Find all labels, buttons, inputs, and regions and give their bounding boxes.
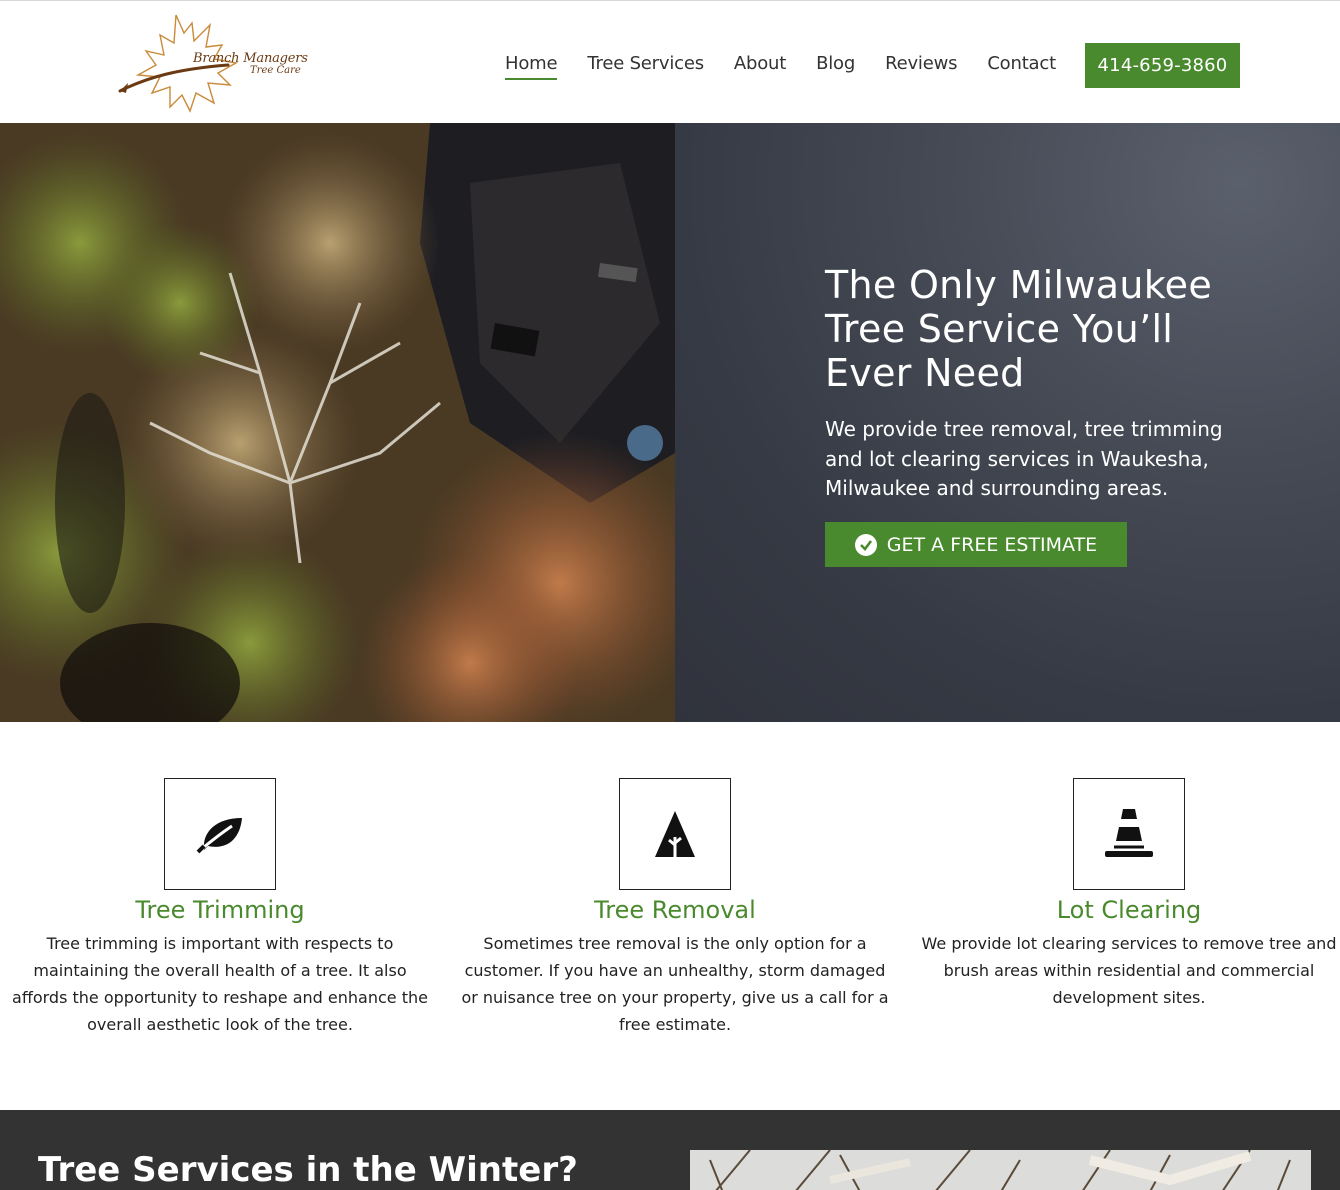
winter-section: Tree Services in the Winter? bbox=[0, 1110, 1340, 1190]
service-description: Tree trimming is important with respects… bbox=[12, 934, 428, 1034]
service-tree-trimming: Tree Trimming Tree trimming is important… bbox=[5, 778, 435, 1038]
hero-subtitle: We provide tree removal, tree trimming a… bbox=[825, 417, 1223, 500]
hero-title: The Only Milwaukee Tree Service You’ll E… bbox=[825, 263, 1213, 395]
phone-button[interactable]: 414-659-3860 bbox=[1085, 43, 1240, 88]
tree-icon bbox=[655, 811, 695, 857]
service-title: Lot Clearing bbox=[1056, 896, 1202, 924]
logo-text-secondary: Tree Care bbox=[250, 65, 301, 76]
check-circle-icon bbox=[854, 533, 877, 556]
service-title: Tree Trimming bbox=[135, 896, 305, 924]
service-tree-removal: Tree Removal Sometimes tree removal is t… bbox=[460, 778, 890, 1038]
service-title: Tree Removal bbox=[594, 896, 756, 924]
site-header: Branch Managers Tree Care Home Tree Serv… bbox=[0, 0, 1340, 123]
service-icon-box bbox=[164, 778, 276, 890]
main-nav: Home Tree Services About Blog Reviews Co… bbox=[505, 53, 1086, 80]
aerial-trees-image bbox=[0, 123, 675, 722]
service-description: Sometimes tree removal is the only optio… bbox=[461, 934, 889, 1034]
nav-home[interactable]: Home bbox=[505, 53, 558, 80]
free-estimate-button[interactable]: GET A FREE ESTIMATE bbox=[825, 522, 1127, 567]
nav-contact[interactable]: Contact bbox=[987, 53, 1056, 80]
hero-section: The Only Milwaukee Tree Service You’ll E… bbox=[0, 123, 1340, 722]
winter-title: Tree Services in the Winter? bbox=[38, 1150, 578, 1190]
service-icon-box bbox=[1073, 778, 1185, 890]
nav-tree-services[interactable]: Tree Services bbox=[587, 53, 704, 80]
logo[interactable]: Branch Managers Tree Care bbox=[118, 11, 318, 115]
nav-reviews[interactable]: Reviews bbox=[885, 53, 957, 80]
hero-text-panel: The Only Milwaukee Tree Service You’ll E… bbox=[675, 123, 1340, 722]
service-icon-box bbox=[619, 778, 731, 890]
hero-aerial-image bbox=[0, 123, 675, 722]
logo-text-primary: Branch Managers bbox=[193, 51, 308, 66]
nav-about[interactable]: About bbox=[734, 53, 786, 80]
winter-trees-image bbox=[690, 1150, 1311, 1190]
winter-branches-image bbox=[690, 1150, 1311, 1190]
free-estimate-label: GET A FREE ESTIMATE bbox=[886, 533, 1098, 556]
leaf-icon bbox=[196, 818, 242, 854]
nav-blog[interactable]: Blog bbox=[816, 53, 855, 80]
cone-icon bbox=[1105, 809, 1153, 857]
service-lot-clearing: Lot Clearing We provide lot clearing ser… bbox=[914, 778, 1340, 1011]
service-description: We provide lot clearing services to remo… bbox=[921, 934, 1337, 1007]
